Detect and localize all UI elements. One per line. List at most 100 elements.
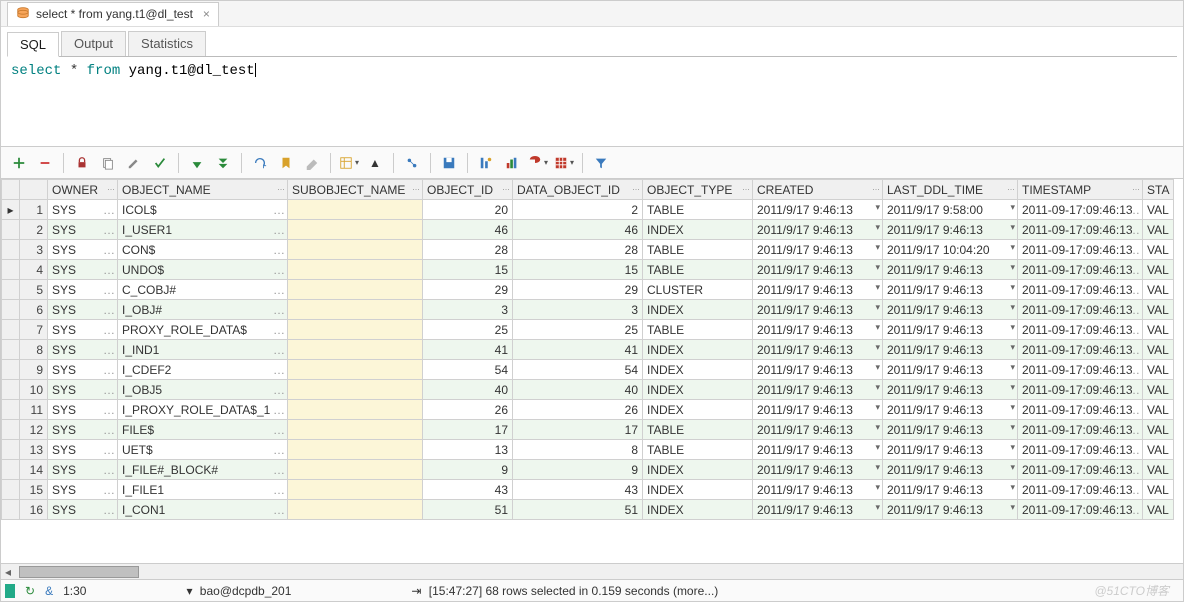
view-mode-button[interactable] (552, 151, 576, 175)
cell-object-id[interactable]: 51 (423, 500, 513, 520)
cell-data-object-id[interactable]: 43 (513, 480, 643, 500)
table-row[interactable]: 3SYSCON$2828TABLE2011/9/17 9:46:132011/9… (2, 240, 1174, 260)
save-button[interactable] (437, 151, 461, 175)
cell-object-name[interactable]: FILE$ (118, 420, 288, 440)
cell-subobject-name[interactable] (288, 320, 423, 340)
col-status[interactable]: STA (1143, 180, 1174, 200)
cell-status[interactable]: VAL (1143, 420, 1174, 440)
col-object-id[interactable]: OBJECT_ID… (423, 180, 513, 200)
cell-timestamp[interactable]: 2011-09-17:09:46:13 (1018, 260, 1143, 280)
cell-object-id[interactable]: 28 (423, 240, 513, 260)
row-marker[interactable] (2, 380, 20, 400)
row-marker[interactable] (2, 260, 20, 280)
cell-object-name[interactable]: I_CON1 (118, 500, 288, 520)
table-row[interactable]: 2SYSI_USER14646INDEX2011/9/17 9:46:13201… (2, 220, 1174, 240)
col-subobject-name[interactable]: SUBOBJECT_NAME… (288, 180, 423, 200)
commit-button[interactable] (148, 151, 172, 175)
row-marker[interactable] (2, 360, 20, 380)
cell-last-ddl[interactable]: 2011/9/17 9:46:13 (883, 380, 1018, 400)
cell-data-object-id[interactable]: 28 (513, 240, 643, 260)
rownum-header[interactable] (20, 180, 48, 200)
table-row[interactable]: 5SYSC_COBJ#2929CLUSTER2011/9/17 9:46:132… (2, 280, 1174, 300)
cell-status[interactable]: VAL (1143, 360, 1174, 380)
results-grid-wrap[interactable]: OWNER… OBJECT_NAME… SUBOBJECT_NAME… OBJE… (1, 179, 1183, 563)
cell-last-ddl[interactable]: 2011/9/17 9:46:13 (883, 500, 1018, 520)
cell-object-id[interactable]: 46 (423, 220, 513, 240)
table-row[interactable]: 16SYSI_CON15151INDEX2011/9/17 9:46:13201… (2, 500, 1174, 520)
cell-object-name[interactable]: CON$ (118, 240, 288, 260)
delete-row-button[interactable] (33, 151, 57, 175)
table-row[interactable]: 4SYSUNDO$1515TABLE2011/9/17 9:46:132011/… (2, 260, 1174, 280)
cell-data-object-id[interactable]: 9 (513, 460, 643, 480)
cell-object-name[interactable]: I_PROXY_ROLE_DATA$_1 (118, 400, 288, 420)
connection-dropdown[interactable]: ▾ bao@dcpdb_201 (186, 584, 291, 598)
cell-data-object-id[interactable]: 3 (513, 300, 643, 320)
cell-object-id[interactable]: 43 (423, 480, 513, 500)
row-marker[interactable] (2, 440, 20, 460)
cell-subobject-name[interactable] (288, 260, 423, 280)
cell-owner[interactable]: SYS (48, 320, 118, 340)
cell-subobject-name[interactable] (288, 440, 423, 460)
cell-object-type[interactable]: TABLE (643, 420, 753, 440)
cell-owner[interactable]: SYS (48, 360, 118, 380)
cell-object-id[interactable]: 40 (423, 380, 513, 400)
cell-owner[interactable]: SYS (48, 480, 118, 500)
clear-button[interactable] (300, 151, 324, 175)
cell-data-object-id[interactable]: 41 (513, 340, 643, 360)
results-grid[interactable]: OWNER… OBJECT_NAME… SUBOBJECT_NAME… OBJE… (1, 179, 1174, 520)
table-row[interactable]: 7SYSPROXY_ROLE_DATA$2525TABLE2011/9/17 9… (2, 320, 1174, 340)
cell-last-ddl[interactable]: 2011/9/17 9:46:13 (883, 320, 1018, 340)
tab-output[interactable]: Output (61, 31, 126, 56)
horizontal-scrollbar[interactable]: ◂ (1, 563, 1183, 579)
cell-created[interactable]: 2011/9/17 9:46:13 (753, 400, 883, 420)
row-marker[interactable] (2, 300, 20, 320)
cell-timestamp[interactable]: 2011-09-17:09:46:13 (1018, 240, 1143, 260)
cell-object-id[interactable]: 20 (423, 200, 513, 220)
cell-timestamp[interactable]: 2011-09-17:09:46:13 (1018, 360, 1143, 380)
cell-last-ddl[interactable]: 2011/9/17 9:58:00 (883, 200, 1018, 220)
cell-object-type[interactable]: TABLE (643, 200, 753, 220)
cell-object-id[interactable]: 54 (423, 360, 513, 380)
cell-status[interactable]: VAL (1143, 340, 1174, 360)
cell-object-name[interactable]: C_COBJ# (118, 280, 288, 300)
cell-data-object-id[interactable]: 51 (513, 500, 643, 520)
cell-created[interactable]: 2011/9/17 9:46:13 (753, 340, 883, 360)
col-created[interactable]: CREATED… (753, 180, 883, 200)
cell-status[interactable]: VAL (1143, 200, 1174, 220)
col-last-ddl-time[interactable]: LAST_DDL_TIME… (883, 180, 1018, 200)
cell-object-id[interactable]: 17 (423, 420, 513, 440)
cell-object-id[interactable]: 29 (423, 280, 513, 300)
status-refresh-icon[interactable]: ↻ (25, 584, 35, 598)
cell-timestamp[interactable]: 2011-09-17:09:46:13 (1018, 300, 1143, 320)
cell-owner[interactable]: SYS (48, 420, 118, 440)
cell-owner[interactable]: SYS (48, 460, 118, 480)
cell-subobject-name[interactable] (288, 220, 423, 240)
cell-object-name[interactable]: I_FILE1 (118, 480, 288, 500)
cell-object-name[interactable]: I_CDEF2 (118, 360, 288, 380)
cell-created[interactable]: 2011/9/17 9:46:13 (753, 200, 883, 220)
cell-last-ddl[interactable]: 2011/9/17 9:46:13 (883, 400, 1018, 420)
cell-data-object-id[interactable]: 8 (513, 440, 643, 460)
cell-created[interactable]: 2011/9/17 9:46:13 (753, 220, 883, 240)
cell-object-name[interactable]: PROXY_ROLE_DATA$ (118, 320, 288, 340)
cell-object-type[interactable]: INDEX (643, 400, 753, 420)
table-row[interactable]: 12SYSFILE$1717TABLE2011/9/17 9:46:132011… (2, 420, 1174, 440)
cell-owner[interactable]: SYS (48, 380, 118, 400)
cell-status[interactable]: VAL (1143, 380, 1174, 400)
row-marker[interactable] (2, 480, 20, 500)
cell-created[interactable]: 2011/9/17 9:46:13 (753, 440, 883, 460)
cell-timestamp[interactable]: 2011-09-17:09:46:13 (1018, 340, 1143, 360)
cell-data-object-id[interactable]: 17 (513, 420, 643, 440)
sql-editor[interactable]: select * from yang.t1@dl_test (1, 57, 1183, 147)
cell-created[interactable]: 2011/9/17 9:46:13 (753, 360, 883, 380)
cell-status[interactable]: VAL (1143, 260, 1174, 280)
row-marker[interactable] (2, 460, 20, 480)
fetch-next-button[interactable] (185, 151, 209, 175)
cell-created[interactable]: 2011/9/17 9:46:13 (753, 300, 883, 320)
scrollbar-thumb[interactable] (19, 566, 139, 578)
row-marker[interactable] (2, 500, 20, 520)
cell-subobject-name[interactable] (288, 480, 423, 500)
table-row[interactable]: 10SYSI_OBJ54040INDEX2011/9/17 9:46:13201… (2, 380, 1174, 400)
tab-statistics[interactable]: Statistics (128, 31, 206, 56)
cell-timestamp[interactable]: 2011-09-17:09:46:13 (1018, 500, 1143, 520)
